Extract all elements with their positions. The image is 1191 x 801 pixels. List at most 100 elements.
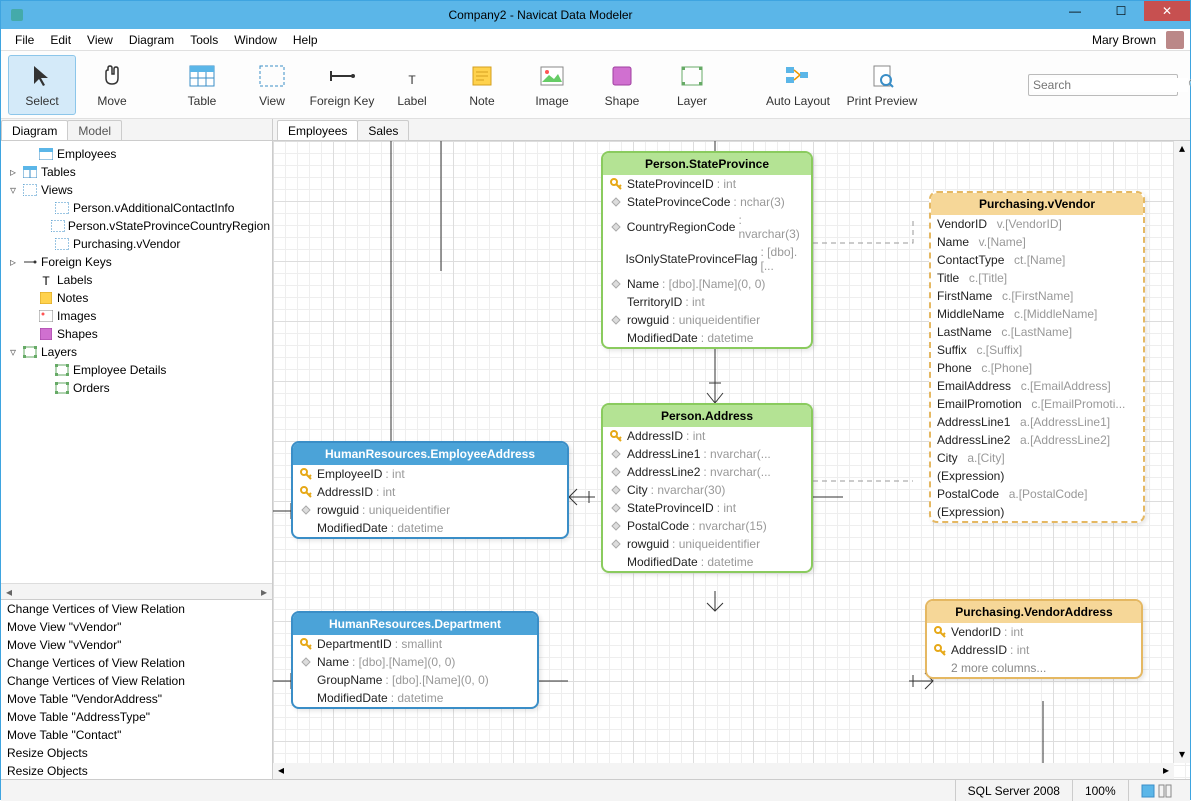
entity-field[interactable]: LastName c.[LastName] bbox=[931, 323, 1143, 341]
entity-field[interactable]: AddressLine1: nvarchar(... bbox=[603, 445, 811, 463]
history-item[interactable]: Move View "vVendor" bbox=[1, 636, 272, 654]
entity-field[interactable]: rowguid: uniqueidentifier bbox=[293, 501, 567, 519]
entity-field[interactable]: GroupName: [dbo].[Name](0, 0) bbox=[293, 671, 537, 689]
entity-vvendor[interactable]: Purchasing.vVendor VendorID v.[VendorID]… bbox=[929, 191, 1145, 523]
entity-field[interactable]: EmployeeID: int bbox=[293, 465, 567, 483]
tree-item[interactable]: Employee Details bbox=[3, 361, 270, 379]
entity-department[interactable]: HumanResources.Department DepartmentID: … bbox=[291, 611, 539, 709]
tool-shape[interactable]: Shape bbox=[588, 55, 656, 115]
history-item[interactable]: Change Vertices of View Relation bbox=[1, 600, 272, 618]
tool-foreign-key[interactable]: Foreign Key bbox=[308, 55, 376, 115]
entity-field[interactable]: AddressLine2 a.[AddressLine2] bbox=[931, 431, 1143, 449]
entity-field[interactable]: Name v.[Name] bbox=[931, 233, 1143, 251]
entity-field[interactable]: AddressID: int bbox=[603, 427, 811, 445]
entity-field[interactable]: EmailAddress c.[EmailAddress] bbox=[931, 377, 1143, 395]
sidetab-model[interactable]: Model bbox=[67, 120, 122, 140]
tree-item[interactable]: Purchasing.vVendor bbox=[3, 235, 270, 253]
canvas-vscroll[interactable]: ▴▾ bbox=[1174, 141, 1190, 763]
entity-field[interactable]: ContactType ct.[Name] bbox=[931, 251, 1143, 269]
entity-field[interactable]: EmailPromotion c.[EmailPromoti... bbox=[931, 395, 1143, 413]
tool-image[interactable]: Image bbox=[518, 55, 586, 115]
status-zoom[interactable]: 100% bbox=[1072, 780, 1128, 801]
entity-field[interactable]: VendorID v.[VendorID] bbox=[931, 215, 1143, 233]
search-box[interactable]: 🔍 bbox=[1028, 74, 1178, 96]
tree-item[interactable]: ▿Views bbox=[3, 181, 270, 199]
entity-field[interactable]: StateProvinceID: int bbox=[603, 499, 811, 517]
entity-field[interactable]: StateProvinceID: int bbox=[603, 175, 811, 193]
canvas-tab-sales[interactable]: Sales bbox=[357, 120, 409, 140]
tool-note[interactable]: Note bbox=[448, 55, 516, 115]
entity-field[interactable]: Name: [dbo].[Name](0, 0) bbox=[293, 653, 537, 671]
history-item[interactable]: Resize Objects bbox=[1, 744, 272, 762]
tree-item[interactable]: ▿Layers bbox=[3, 343, 270, 361]
menu-help[interactable]: Help bbox=[285, 31, 326, 49]
entity-field[interactable]: ModifiedDate: datetime bbox=[293, 689, 537, 707]
entity-field[interactable]: ModifiedDate: datetime bbox=[603, 553, 811, 571]
entity-field[interactable]: rowguid: uniqueidentifier bbox=[603, 311, 811, 329]
tool-view[interactable]: View bbox=[238, 55, 306, 115]
entity-field[interactable]: Suffix c.[Suffix] bbox=[931, 341, 1143, 359]
menu-view[interactable]: View bbox=[79, 31, 121, 49]
tool-label[interactable]: TLabel bbox=[378, 55, 446, 115]
history-item[interactable]: Change Vertices of View Relation bbox=[1, 654, 272, 672]
tree-item[interactable]: Orders bbox=[3, 379, 270, 397]
tool-select[interactable]: Select bbox=[8, 55, 76, 115]
history-item[interactable]: Move Table "VendorAddress" bbox=[1, 690, 272, 708]
tool-layer[interactable]: Layer bbox=[658, 55, 726, 115]
entity-field[interactable]: ModifiedDate: datetime bbox=[293, 519, 567, 537]
view-mode-buttons[interactable] bbox=[1128, 780, 1184, 801]
history-item[interactable]: Resize Objects bbox=[1, 762, 272, 779]
entity-field[interactable]: PostalCode: nvarchar(15) bbox=[603, 517, 811, 535]
sidetab-diagram[interactable]: Diagram bbox=[1, 120, 68, 140]
entity-field[interactable]: 2 more columns... bbox=[927, 659, 1141, 677]
object-tree[interactable]: Employees▹Tables▿ViewsPerson.vAdditional… bbox=[1, 141, 272, 583]
tree-item[interactable]: Person.vAdditionalContactInfo bbox=[3, 199, 270, 217]
entity-field[interactable]: StateProvinceCode: nchar(3) bbox=[603, 193, 811, 211]
minimize-button[interactable]: ― bbox=[1052, 1, 1098, 21]
tree-item[interactable]: ▹Foreign Keys bbox=[3, 253, 270, 271]
tool-print-preview[interactable]: Print Preview bbox=[840, 55, 924, 115]
entity-field[interactable]: MiddleName c.[MiddleName] bbox=[931, 305, 1143, 323]
entity-field[interactable]: AddressLine2: nvarchar(... bbox=[603, 463, 811, 481]
search-input[interactable] bbox=[1033, 78, 1188, 92]
entity-field[interactable]: IsOnlyStateProvinceFlag: [dbo].[... bbox=[603, 243, 811, 275]
history-item[interactable]: Move Table "Contact" bbox=[1, 726, 272, 744]
entity-field[interactable]: Name: [dbo].[Name](0, 0) bbox=[603, 275, 811, 293]
tree-item[interactable]: ▹Tables bbox=[3, 163, 270, 181]
menu-file[interactable]: File bbox=[7, 31, 42, 49]
menu-window[interactable]: Window bbox=[226, 31, 285, 49]
tree-item[interactable]: TLabels bbox=[3, 271, 270, 289]
entity-field[interactable]: FirstName c.[FirstName] bbox=[931, 287, 1143, 305]
close-button[interactable]: ✕ bbox=[1144, 1, 1190, 21]
tool-table[interactable]: Table bbox=[168, 55, 236, 115]
entity-field[interactable]: City: nvarchar(30) bbox=[603, 481, 811, 499]
canvas-tab-employees[interactable]: Employees bbox=[277, 120, 358, 140]
entity-field[interactable]: DepartmentID: smallint bbox=[293, 635, 537, 653]
diagram-canvas[interactable]: Person.StateProvince StateProvinceID: in… bbox=[273, 141, 1190, 779]
entity-field[interactable]: Phone c.[Phone] bbox=[931, 359, 1143, 377]
tree-item[interactable]: Person.vStateProvinceCountryRegion bbox=[3, 217, 270, 235]
entity-field[interactable]: (Expression) bbox=[931, 467, 1143, 485]
entity-field[interactable]: Title c.[Title] bbox=[931, 269, 1143, 287]
tool-move[interactable]: Move bbox=[78, 55, 146, 115]
entity-state-province[interactable]: Person.StateProvince StateProvinceID: in… bbox=[601, 151, 813, 349]
tree-item[interactable]: Notes bbox=[3, 289, 270, 307]
tool-auto-layout[interactable]: Auto Layout bbox=[758, 55, 838, 115]
entity-field[interactable]: City a.[City] bbox=[931, 449, 1143, 467]
history-item[interactable]: Move Table "AddressType" bbox=[1, 708, 272, 726]
menu-diagram[interactable]: Diagram bbox=[121, 31, 182, 49]
entity-address[interactable]: Person.Address AddressID: intAddressLine… bbox=[601, 403, 813, 573]
entity-field[interactable]: rowguid: uniqueidentifier bbox=[603, 535, 811, 553]
user-avatar[interactable] bbox=[1166, 31, 1184, 49]
entity-field[interactable]: AddressID: int bbox=[927, 641, 1141, 659]
tree-item[interactable]: Shapes bbox=[3, 325, 270, 343]
entity-vendor-address[interactable]: Purchasing.VendorAddress VendorID: intAd… bbox=[925, 599, 1143, 679]
entity-field[interactable]: VendorID: int bbox=[927, 623, 1141, 641]
tree-hscroll[interactable]: ◂▸ bbox=[1, 583, 272, 599]
history-item[interactable]: Move View "vVendor" bbox=[1, 618, 272, 636]
menu-edit[interactable]: Edit bbox=[42, 31, 79, 49]
entity-field[interactable]: ModifiedDate: datetime bbox=[603, 329, 811, 347]
history-item[interactable]: Change Vertices of View Relation bbox=[1, 672, 272, 690]
user-name[interactable]: Mary Brown bbox=[1086, 31, 1162, 49]
menu-tools[interactable]: Tools bbox=[182, 31, 226, 49]
